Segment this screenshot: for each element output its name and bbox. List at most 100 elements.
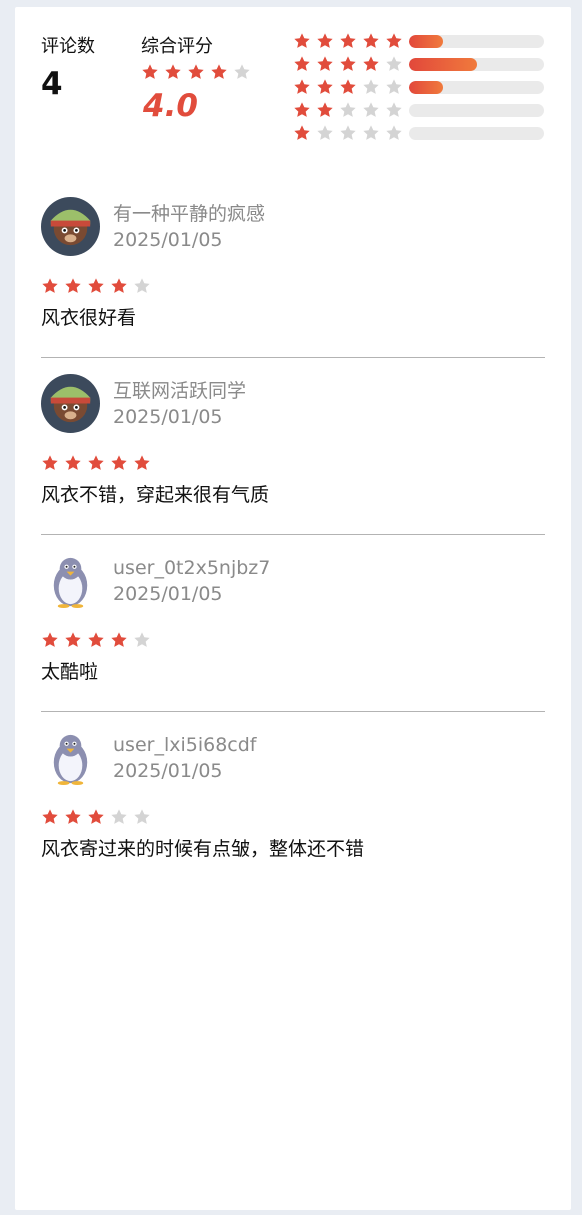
review-rating-stars	[41, 454, 156, 472]
review-rating-stars	[41, 631, 156, 649]
review-item: user_lxi5i68cdf 2025/01/05 风衣寄过来的时候有点皱，整体还…	[41, 712, 545, 889]
distribution-bar-fill	[409, 81, 443, 94]
distribution-stars	[293, 78, 408, 96]
star-filled-icon	[293, 101, 311, 119]
star-filled-icon	[64, 631, 82, 649]
review-content: 太酷啦	[41, 661, 99, 683]
distribution-row-1-star	[293, 124, 545, 147]
star-filled-icon	[141, 63, 159, 81]
distribution-stars	[293, 101, 408, 119]
reviewer-name[interactable]: user_lxi5i68cdf	[113, 736, 256, 755]
star-empty-icon	[385, 78, 403, 96]
star-filled-icon	[316, 55, 334, 73]
star-filled-icon	[316, 101, 334, 119]
star-filled-icon	[164, 63, 182, 81]
star-filled-icon	[293, 55, 311, 73]
star-filled-icon	[362, 55, 380, 73]
review-list: 有一种平静的疯感 2025/01/05 风衣很好看互联网活跃同学 2025/01/05…	[41, 197, 545, 889]
star-empty-icon	[385, 55, 403, 73]
star-empty-icon	[385, 124, 403, 142]
star-filled-icon	[87, 454, 105, 472]
distribution-stars	[293, 124, 408, 142]
review-rating-stars	[41, 808, 156, 826]
review-content: 风衣不错，穿起来很有气质	[41, 484, 270, 506]
overall-rating-label: 综合评分	[141, 36, 213, 57]
star-filled-icon	[87, 631, 105, 649]
star-filled-icon	[316, 32, 334, 50]
review-content: 风衣寄过来的时候有点皱，整体还不错	[41, 838, 365, 860]
reviewer-name[interactable]: 互联网活跃同学	[113, 382, 246, 401]
star-filled-icon	[41, 454, 59, 472]
star-filled-icon	[316, 78, 334, 96]
penguin-avatar[interactable]	[41, 551, 100, 610]
rating-summary: 评论数 4 综合评分 4.0	[15, 7, 571, 157]
review-count-label: 评论数	[41, 36, 95, 57]
star-filled-icon	[110, 454, 128, 472]
review-rating-stars	[41, 277, 156, 295]
star-empty-icon	[110, 808, 128, 826]
overall-rating-value: 4.0	[143, 88, 198, 124]
user-photo-avatar[interactable]	[41, 374, 100, 433]
user-photo-avatar[interactable]	[41, 197, 100, 256]
review-date: 2025/01/05	[113, 583, 223, 605]
star-empty-icon	[339, 124, 357, 142]
distribution-row-3-star	[293, 78, 545, 101]
star-filled-icon	[210, 63, 228, 81]
review-item: 互联网活跃同学 2025/01/05 风衣不错，穿起来很有气质	[41, 358, 545, 535]
star-filled-icon	[110, 631, 128, 649]
star-filled-icon	[187, 63, 205, 81]
star-filled-icon	[339, 32, 357, 50]
star-empty-icon	[133, 808, 151, 826]
review-date: 2025/01/05	[113, 406, 223, 428]
star-filled-icon	[293, 78, 311, 96]
distribution-bar-fill	[409, 58, 477, 71]
review-date: 2025/01/05	[113, 229, 223, 251]
distribution-bar-fill	[409, 35, 443, 48]
distribution-bar	[409, 127, 544, 140]
star-empty-icon	[362, 78, 380, 96]
star-empty-icon	[385, 101, 403, 119]
distribution-bar	[409, 104, 544, 117]
reviews-card: 评论数 4 综合评分 4.0 有一种平静的疯感 2025/01/05 风衣很好看互联…	[15, 7, 571, 1210]
star-filled-icon	[339, 55, 357, 73]
star-filled-icon	[385, 32, 403, 50]
distribution-row-5-star	[293, 32, 545, 55]
reviewer-name[interactable]: 有一种平静的疯感	[113, 205, 265, 224]
star-empty-icon	[133, 277, 151, 295]
star-filled-icon	[293, 124, 311, 142]
star-filled-icon	[87, 808, 105, 826]
star-filled-icon	[41, 631, 59, 649]
review-item: 有一种平静的疯感 2025/01/05 风衣很好看	[41, 197, 545, 358]
star-filled-icon	[339, 78, 357, 96]
penguin-avatar[interactable]	[41, 728, 100, 787]
reviewer-name[interactable]: user_0t2x5njbz7	[113, 559, 270, 578]
distribution-stars	[293, 55, 408, 73]
overall-rating-stars	[141, 63, 256, 81]
star-filled-icon	[133, 454, 151, 472]
distribution-bar	[409, 35, 544, 48]
star-empty-icon	[362, 124, 380, 142]
star-filled-icon	[362, 32, 380, 50]
star-empty-icon	[362, 101, 380, 119]
review-item: user_0t2x5njbz7 2025/01/05 太酷啦	[41, 535, 545, 712]
distribution-row-2-star	[293, 101, 545, 124]
distribution-stars	[293, 32, 408, 50]
review-content: 风衣很好看	[41, 307, 137, 329]
review-date: 2025/01/05	[113, 760, 223, 782]
star-filled-icon	[64, 808, 82, 826]
star-empty-icon	[316, 124, 334, 142]
star-empty-icon	[339, 101, 357, 119]
distribution-bar	[409, 58, 544, 71]
distribution-row-4-star	[293, 55, 545, 78]
review-count-value: 4	[41, 66, 63, 102]
star-empty-icon	[233, 63, 251, 81]
rating-distribution	[293, 32, 545, 147]
star-filled-icon	[41, 277, 59, 295]
star-filled-icon	[110, 277, 128, 295]
star-filled-icon	[64, 454, 82, 472]
star-filled-icon	[293, 32, 311, 50]
star-filled-icon	[41, 808, 59, 826]
distribution-bar	[409, 81, 544, 94]
star-filled-icon	[64, 277, 82, 295]
star-filled-icon	[87, 277, 105, 295]
